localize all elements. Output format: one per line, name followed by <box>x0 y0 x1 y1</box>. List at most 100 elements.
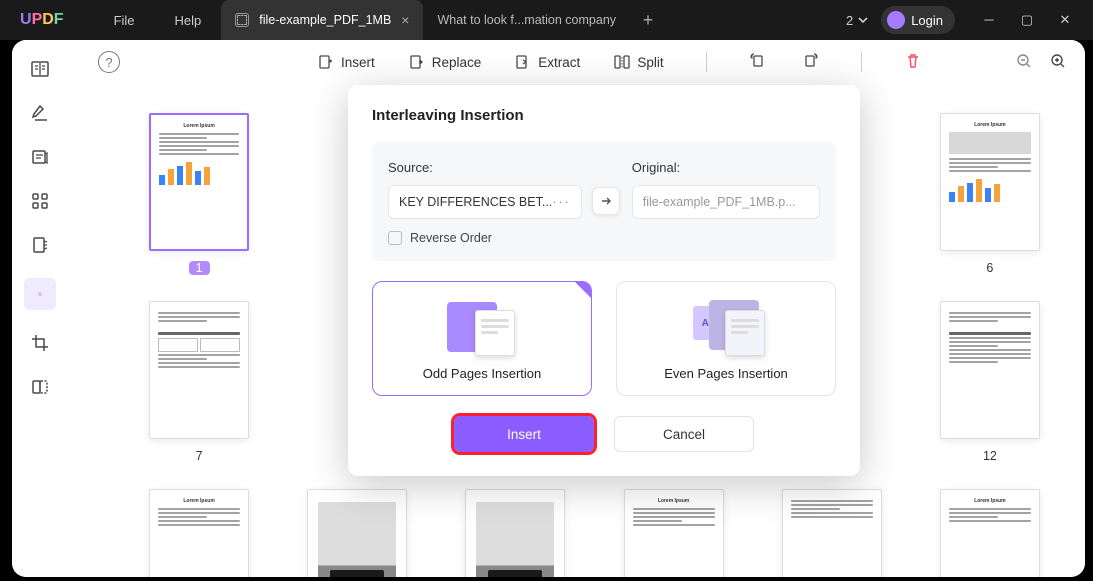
insert-button[interactable]: Insert <box>454 416 594 452</box>
source-original-panel: Source: KEY DIFFERENCES BET... ··· Origi… <box>372 142 836 261</box>
protect-tool-icon[interactable] <box>29 234 51 256</box>
crop-tool-icon[interactable] <box>29 332 51 354</box>
odd-pages-icon <box>437 296 527 356</box>
original-file-name: file-example_PDF_1MB.p... <box>643 195 796 209</box>
original-file-field: file-example_PDF_1MB.p... <box>632 185 820 219</box>
split-action[interactable]: Split <box>614 52 663 72</box>
page-number: 6 <box>986 261 993 275</box>
menu-help[interactable]: Help <box>175 13 202 28</box>
workspace: ? Insert Replace Extract Split Lorem Ips <box>12 40 1085 577</box>
rotate-right-icon[interactable] <box>801 52 819 70</box>
insert-icon <box>318 54 334 70</box>
dialog-buttons: Insert Cancel <box>372 416 836 452</box>
page-number: 1 <box>189 261 210 275</box>
source-label: Source: <box>388 160 582 175</box>
tool-sidebar <box>12 40 68 577</box>
page-thumb-6[interactable]: Lorem Ipsum 6 <box>935 113 1045 275</box>
chevron-down-icon <box>857 14 869 26</box>
page-thumb-row3b[interactable] <box>302 489 412 577</box>
compare-tool-icon[interactable] <box>29 376 51 398</box>
close-icon[interactable]: × <box>401 12 409 28</box>
login-label: Login <box>911 13 943 28</box>
close-button[interactable]: ✕ <box>1057 12 1073 28</box>
page-thumb-row3e[interactable] <box>777 489 887 577</box>
dialog-title: Interleaving Insertion <box>372 107 836 124</box>
original-label: Original: <box>632 160 820 175</box>
thumb-image <box>465 489 565 577</box>
reader-tool-icon[interactable] <box>29 58 51 80</box>
thumb-image: Lorem Ipsum <box>940 489 1040 577</box>
even-pages-icon: Aa <box>681 296 771 356</box>
insertion-mode-choices: Odd Pages Insertion Aa Even Pages Insert… <box>372 281 836 396</box>
zoom-out-icon[interactable] <box>1015 52 1033 70</box>
tab-title: file-example_PDF_1MB <box>259 13 391 27</box>
count-value: 2 <box>846 13 853 28</box>
thumb-image <box>149 301 249 439</box>
document-icon <box>235 13 249 27</box>
source-column: Source: KEY DIFFERENCES BET... ··· <box>388 160 582 219</box>
avatar-icon <box>887 11 905 29</box>
document-tabs: file-example_PDF_1MB × What to look f...… <box>221 0 666 40</box>
replace-label: Replace <box>432 55 482 70</box>
extract-icon <box>515 54 531 70</box>
extract-label: Extract <box>538 55 580 70</box>
page-thumb-row3f[interactable]: Lorem Ipsum <box>935 489 1045 577</box>
even-pages-option[interactable]: Aa Even Pages Insertion <box>616 281 836 396</box>
edit-tool-icon[interactable] <box>29 102 51 124</box>
replace-action[interactable]: Replace <box>409 52 482 72</box>
page-thumb-1[interactable]: Lorem Ipsum 1 <box>144 113 254 275</box>
page-thumb-row3a[interactable]: Lorem Ipsum <box>144 489 254 577</box>
interleaving-insertion-dialog: Interleaving Insertion Source: KEY DIFFE… <box>348 85 860 476</box>
menu-file[interactable]: File <box>114 13 135 28</box>
thumb-image: Lorem Ipsum <box>149 489 249 577</box>
form-tool-icon[interactable] <box>29 190 51 212</box>
zoom-in-icon[interactable] <box>1049 52 1067 70</box>
thumb-image: Lorem Ipsum <box>149 113 249 251</box>
replace-icon <box>409 54 425 70</box>
page-number: 12 <box>983 449 997 463</box>
odd-pages-option[interactable]: Odd Pages Insertion <box>372 281 592 396</box>
extract-action[interactable]: Extract <box>515 52 580 72</box>
page-thumb-7[interactable]: 7 <box>144 301 254 463</box>
notification-count[interactable]: 2 <box>846 13 869 28</box>
rotate-left-icon[interactable] <box>749 52 767 70</box>
cancel-button[interactable]: Cancel <box>614 416 754 452</box>
thumb-image: Lorem Ipsum <box>624 489 724 577</box>
zoom-controls <box>1015 52 1067 70</box>
tab-title: What to look f...mation company <box>437 13 616 27</box>
main-menu: File Help <box>114 13 202 28</box>
delete-icon[interactable] <box>904 52 922 70</box>
more-icon[interactable]: ··· <box>552 195 571 209</box>
organize-tool-icon[interactable] <box>24 278 56 310</box>
reverse-order-row[interactable]: Reverse Order <box>388 231 582 245</box>
thumb-image <box>940 301 1040 439</box>
login-button[interactable]: Login <box>881 6 955 34</box>
help-icon[interactable]: ? <box>98 51 120 73</box>
odd-pages-label: Odd Pages Insertion <box>423 366 542 381</box>
window-titlebar: UPDF File Help file-example_PDF_1MB × Wh… <box>0 0 1093 40</box>
page-number: 7 <box>196 449 203 463</box>
insert-action[interactable]: Insert <box>318 52 375 72</box>
page-thumb-row3d[interactable]: Lorem Ipsum <box>618 489 728 577</box>
divider <box>706 52 707 72</box>
tab-active-document[interactable]: file-example_PDF_1MB × <box>221 0 423 40</box>
page-thumb-12[interactable]: 12 <box>935 301 1045 463</box>
window-controls: ─ ▢ ✕ <box>981 12 1073 28</box>
maximize-button[interactable]: ▢ <box>1019 12 1035 28</box>
app-logo: UPDF <box>20 11 64 29</box>
titlebar-right: 2 Login ─ ▢ ✕ <box>846 6 1093 34</box>
split-label: Split <box>637 55 663 70</box>
reverse-order-checkbox[interactable] <box>388 231 402 245</box>
tab-inactive-document[interactable]: What to look f...mation company <box>423 0 630 40</box>
thumb-image <box>307 489 407 577</box>
source-file-field[interactable]: KEY DIFFERENCES BET... ··· <box>388 185 582 219</box>
organize-toolbar: ? Insert Replace Extract Split <box>68 40 1085 84</box>
comment-tool-icon[interactable] <box>29 146 51 168</box>
split-icon <box>614 54 630 70</box>
page-thumb-row3c[interactable] <box>460 489 570 577</box>
minimize-button[interactable]: ─ <box>981 12 997 28</box>
new-tab-button[interactable]: + <box>630 0 666 40</box>
thumb-image <box>782 489 882 577</box>
arrow-right-icon <box>592 187 620 215</box>
source-file-name: KEY DIFFERENCES BET... <box>399 195 552 209</box>
